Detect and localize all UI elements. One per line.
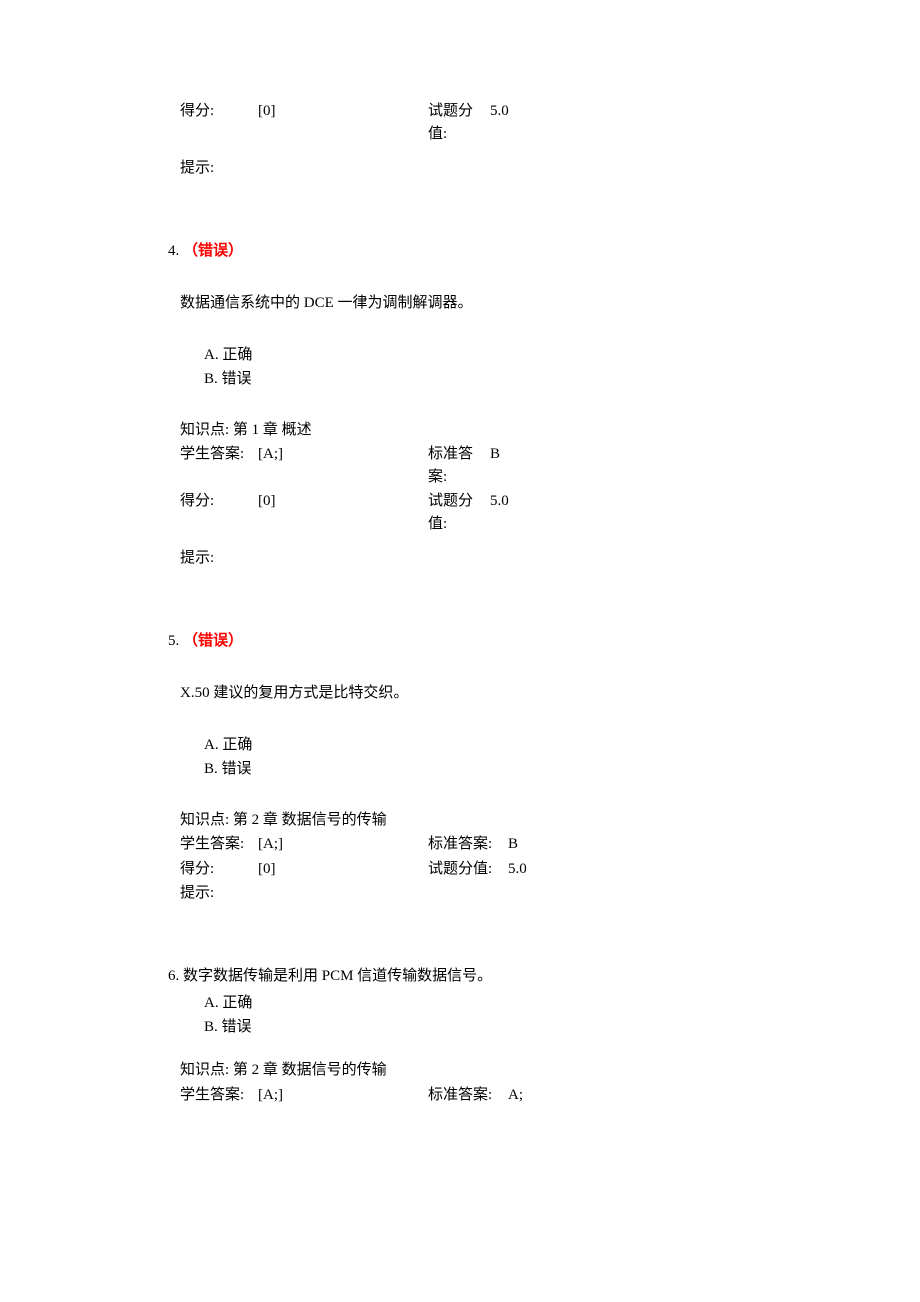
q4-maxscore-value: 5.0	[490, 490, 509, 535]
q6-kp-row: 知识点: 第 2 章 数据信号的传输	[180, 1059, 740, 1082]
q5-kp-row: 知识点: 第 2 章 数据信号的传输	[180, 809, 740, 832]
q4-score-label: 得分:	[180, 490, 258, 535]
q5-tip-label: 提示:	[180, 882, 740, 905]
q5-maxscore-value: 5.0	[508, 858, 527, 881]
q4-student-answer-value: [A;]	[258, 443, 428, 488]
q6-student-answer-label: 学生答案:	[180, 1084, 258, 1107]
q4-standard-answer-value: B	[490, 443, 500, 488]
q4-score-value: [0]	[258, 490, 428, 535]
q4-option-a: A. 正确	[204, 343, 740, 367]
q5-maxscore-label: 试题分值:	[428, 858, 508, 881]
q5-number: 5.	[168, 633, 179, 649]
q4-status: （错误）	[183, 243, 243, 259]
q5-kp-label: 知识点:	[180, 812, 229, 828]
top-maxscore-label: 试题分值:	[428, 100, 490, 145]
q6-option-a: A. 正确	[204, 991, 740, 1015]
q6-kp-label: 知识点:	[180, 1062, 229, 1078]
q5-score-row: 得分: [0] 试题分值: 5.0	[180, 858, 740, 881]
q6-option-b: B. 错误	[204, 1015, 740, 1039]
q5-status: （错误）	[183, 633, 243, 649]
q4-number: 4.	[168, 243, 179, 259]
q4-kp-value: 第 1 章 概述	[233, 422, 312, 438]
top-score-row: 得分: [0] 试题分值: 5.0	[180, 100, 740, 145]
q4-student-answer-label: 学生答案:	[180, 443, 258, 488]
q5-header: 5. （错误）	[168, 630, 740, 653]
q4-header: 4. （错误）	[168, 240, 740, 263]
q6-answer-row: 学生答案: [A;] 标准答案: A;	[180, 1084, 740, 1107]
top-tip-label: 提示:	[180, 157, 740, 180]
q6-text: 数字数据传输是利用 PCM 信道传输数据信号。	[183, 968, 492, 984]
q5-student-answer-label: 学生答案:	[180, 833, 258, 856]
q6-options: A. 正确 B. 错误	[204, 991, 740, 1039]
q5-option-a: A. 正确	[204, 733, 740, 757]
q6-kp-value: 第 2 章 数据信号的传输	[233, 1062, 387, 1078]
page-content: 得分: [0] 试题分值: 5.0 提示: 4. （错误） 数据通信系统中的 D…	[0, 0, 920, 1288]
q6-standard-answer-value: A;	[508, 1084, 523, 1107]
q5-score-value: [0]	[258, 858, 428, 881]
q5-standard-answer-value: B	[508, 833, 518, 856]
q5-kp-value: 第 2 章 数据信号的传输	[233, 812, 387, 828]
q4-standard-answer-label: 标准答案:	[428, 443, 490, 488]
q6-student-answer-value: [A;]	[258, 1084, 428, 1107]
q5-options: A. 正确 B. 错误	[204, 733, 740, 781]
q6-number: 6.	[168, 968, 179, 984]
top-score-label: 得分:	[180, 100, 258, 145]
q4-tip-label: 提示:	[180, 547, 740, 570]
q5-option-b: B. 错误	[204, 757, 740, 781]
q5-answer-row: 学生答案: [A;] 标准答案: B	[180, 833, 740, 856]
q4-text: 数据通信系统中的 DCE 一律为调制解调器。	[180, 292, 740, 315]
q4-options: A. 正确 B. 错误	[204, 343, 740, 391]
q6-standard-answer-label: 标准答案:	[428, 1084, 508, 1107]
q4-score-row: 得分: [0] 试题分值: 5.0	[180, 490, 740, 535]
q4-kp-row: 知识点: 第 1 章 概述	[180, 419, 740, 442]
top-maxscore-value: 5.0	[490, 100, 509, 145]
q5-student-answer-value: [A;]	[258, 833, 428, 856]
q6-header: 6. 数字数据传输是利用 PCM 信道传输数据信号。	[168, 965, 740, 988]
q4-maxscore-label: 试题分值:	[428, 490, 490, 535]
q5-text: X.50 建议的复用方式是比特交织。	[180, 682, 740, 705]
top-score-value: [0]	[258, 100, 428, 145]
q4-kp-label: 知识点:	[180, 422, 229, 438]
q4-answer-row: 学生答案: [A;] 标准答案: B	[180, 443, 740, 488]
q5-score-label: 得分:	[180, 858, 258, 881]
q5-standard-answer-label: 标准答案:	[428, 833, 508, 856]
q4-option-b: B. 错误	[204, 367, 740, 391]
